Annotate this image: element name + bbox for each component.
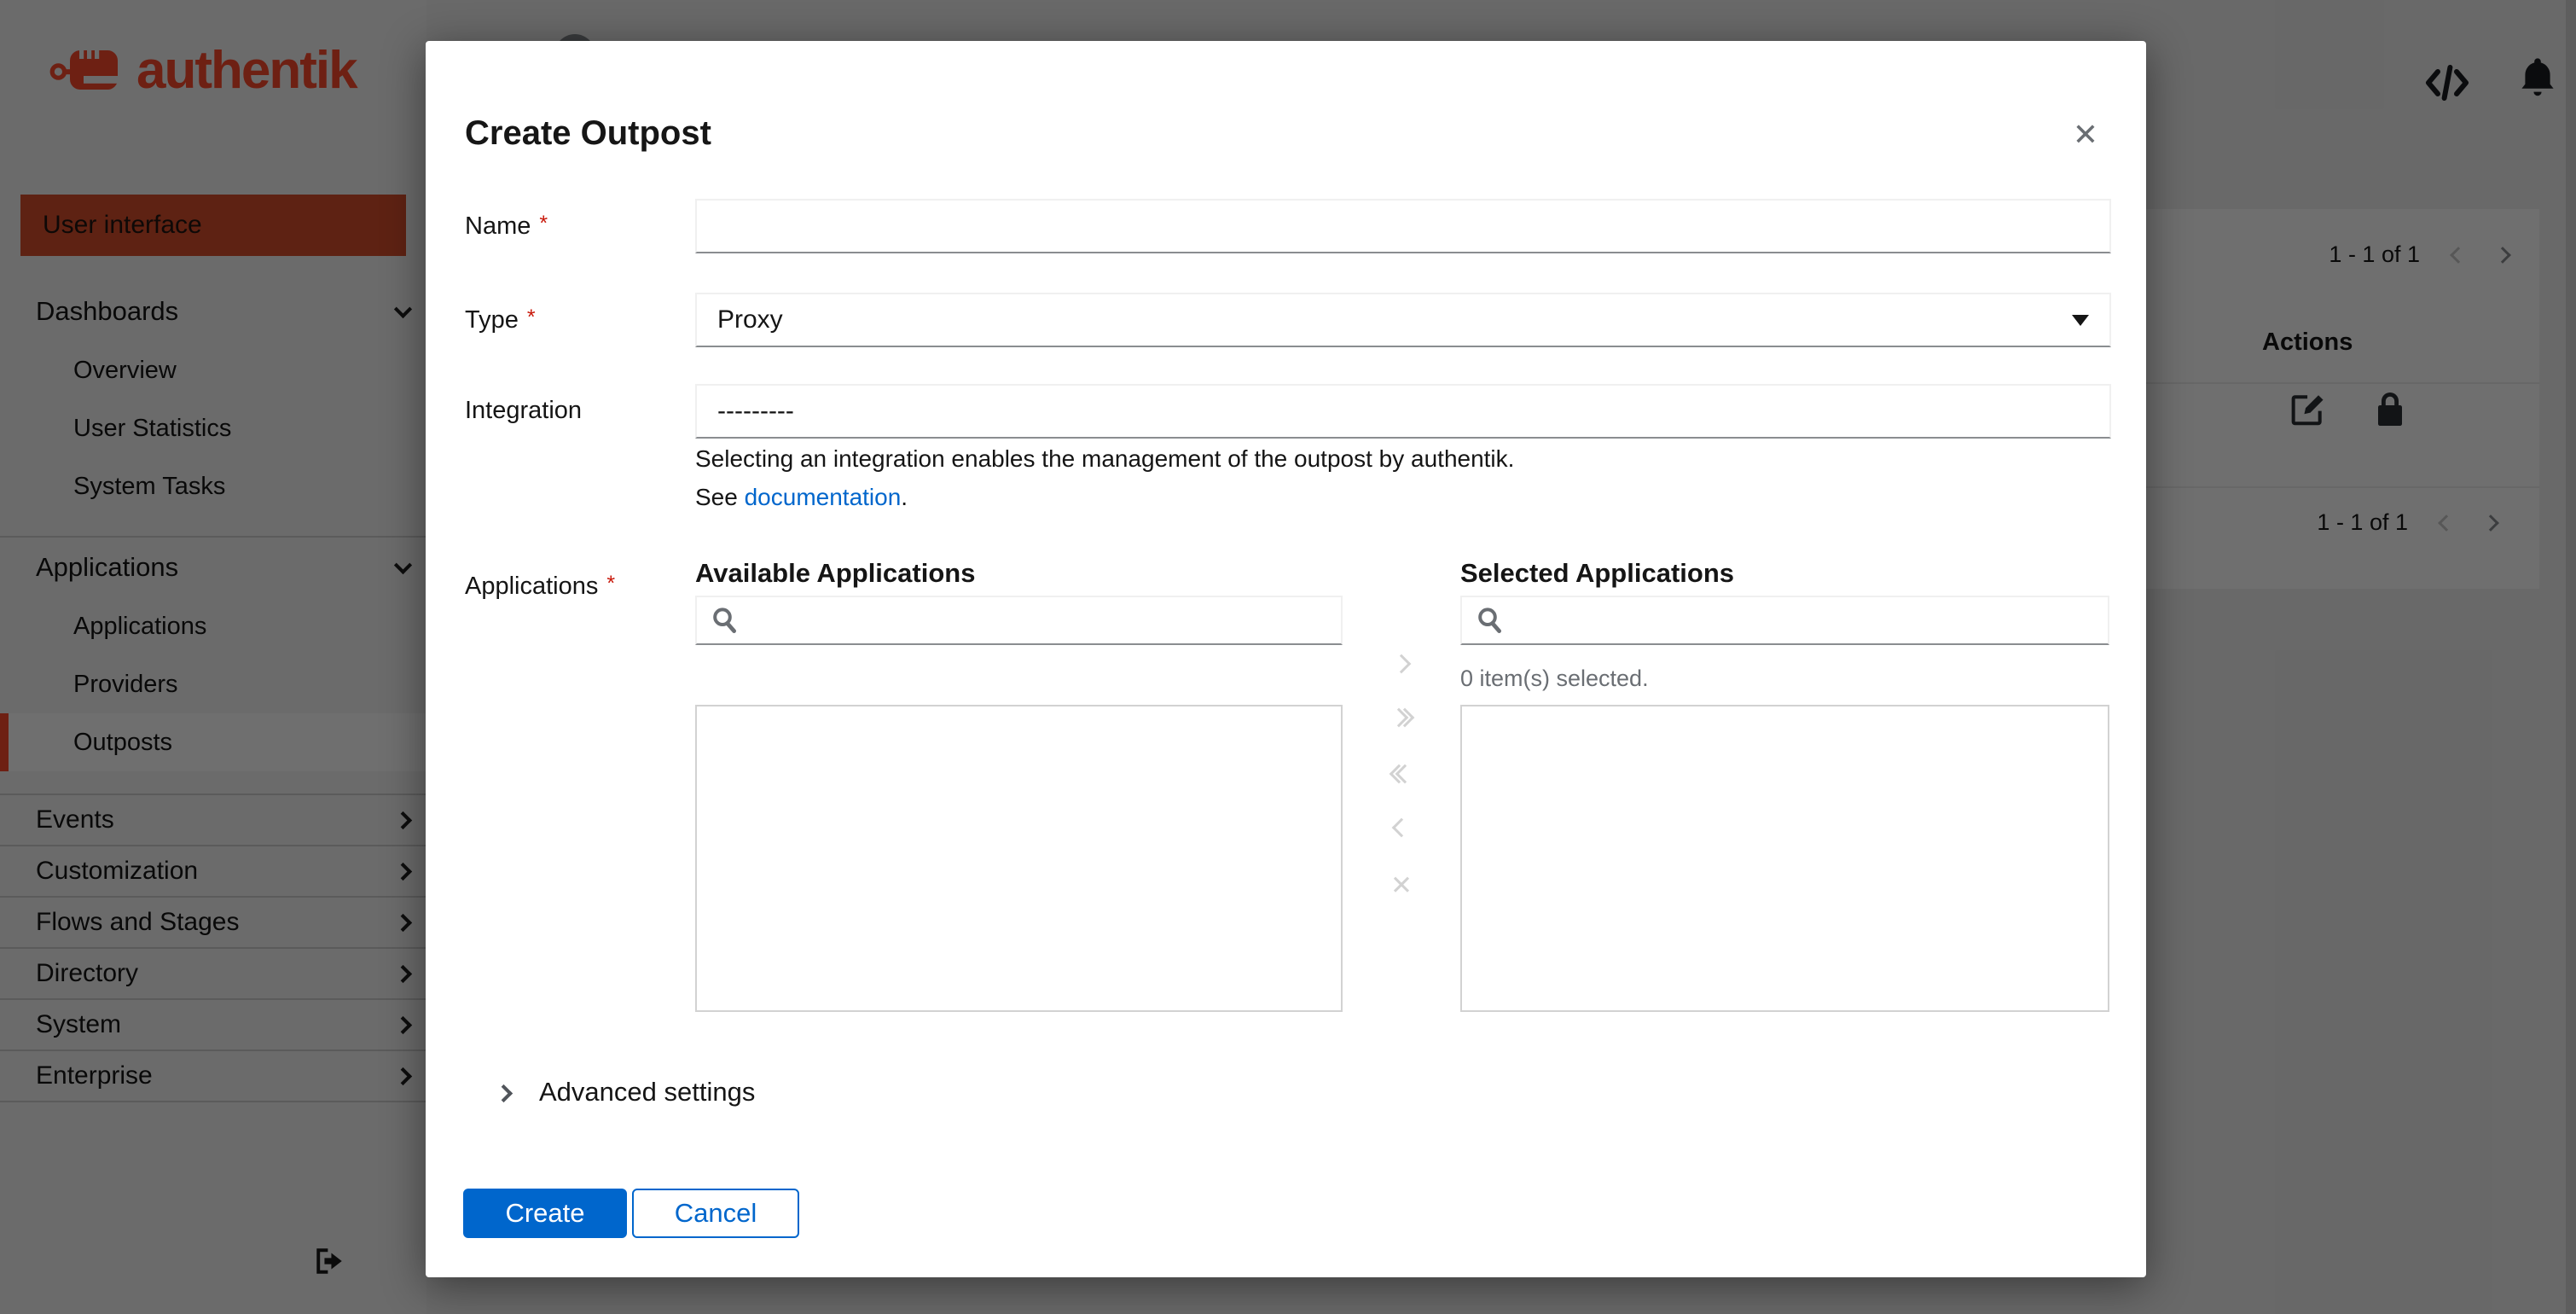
required-marker: * [527,305,536,329]
search-icon [711,606,740,635]
applications-label: Applications * [465,572,615,601]
documentation-link[interactable]: documentation [745,484,902,510]
applications-label-text: Applications [465,573,598,600]
selected-search-input[interactable] [1460,596,2109,645]
integration-select-value: --------- [717,397,794,426]
required-marker: * [539,212,548,235]
available-search-input[interactable] [695,596,1343,645]
transfer-clear-icon[interactable]: ✕ [1371,870,1432,901]
integration-help-text: Selecting an integration enables the man… [695,445,1514,473]
modal-title: Create Outpost [465,114,711,153]
create-outpost-modal: Create Outpost ✕ Name * Type * Proxy Integ… [426,41,2146,1277]
advanced-settings-toggle[interactable]: Advanced settings [497,1077,755,1108]
advanced-settings-label: Advanced settings [539,1077,755,1108]
selected-count-text: 0 item(s) selected. [1460,666,1649,692]
integration-label: Integration [465,397,582,425]
transfer-add-all-icon[interactable] [1371,711,1432,724]
selected-applications-list[interactable] [1460,705,2109,1012]
caret-down-icon [2072,315,2089,326]
available-applications-title: Available Applications [695,558,975,589]
chevron-right-icon [495,1084,513,1102]
see-text: See [695,484,738,510]
cancel-button[interactable]: Cancel [632,1189,799,1238]
type-select[interactable]: Proxy [695,293,2111,347]
integration-select[interactable]: --------- [695,384,2111,439]
selected-applications-title: Selected Applications [1460,558,1734,589]
close-icon[interactable]: ✕ [2073,119,2098,150]
name-label-text: Name [465,212,531,240]
available-applications-list[interactable] [695,705,1343,1012]
integration-label-text: Integration [465,397,582,424]
create-button[interactable]: Create [463,1189,627,1238]
transfer-remove-selected-icon[interactable] [1371,821,1432,834]
integration-help-link-line: See documentation. [695,484,908,511]
name-input[interactable] [695,199,2111,253]
period-text: . [901,484,908,510]
type-label: Type * [465,305,536,334]
transfer-remove-all-icon[interactable] [1371,767,1432,781]
required-marker: * [606,572,615,596]
type-select-value: Proxy [717,305,783,334]
name-label: Name * [465,212,548,241]
transfer-add-selected-icon[interactable] [1371,657,1432,671]
type-label-text: Type [465,306,519,334]
search-icon [1476,606,1505,635]
